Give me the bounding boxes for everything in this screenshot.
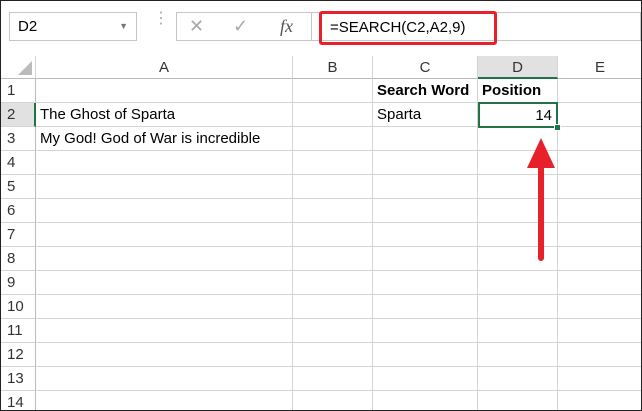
grid-cell[interactable] — [293, 103, 373, 127]
formula-highlight: =SEARCH(C2,A2,9) — [319, 11, 497, 45]
grid-cell[interactable] — [478, 367, 558, 391]
grid-cell[interactable] — [36, 271, 293, 295]
grid-cell[interactable] — [478, 343, 558, 367]
grid-cell[interactable] — [558, 79, 641, 103]
cancel-icon[interactable]: ✕ — [189, 16, 204, 37]
grid-cell[interactable] — [558, 319, 641, 343]
grid-cell[interactable] — [293, 151, 373, 175]
grid-cell[interactable] — [36, 295, 293, 319]
grid-cell[interactable] — [36, 247, 293, 271]
name-box[interactable]: D2 ▼ — [9, 12, 137, 41]
row-header-7[interactable]: 7 — [1, 223, 36, 247]
row-header-1[interactable]: 1 — [1, 79, 36, 103]
select-all-button[interactable] — [1, 56, 36, 79]
grid-cell[interactable] — [293, 223, 373, 247]
grid-cell[interactable] — [293, 319, 373, 343]
column-header-c[interactable]: C — [373, 56, 478, 79]
grid-cell[interactable] — [373, 151, 478, 175]
grid-cell[interactable] — [293, 391, 373, 410]
grid-cell[interactable] — [558, 175, 641, 199]
row-header-2[interactable]: 2 — [1, 103, 36, 127]
grid-cell[interactable] — [293, 79, 373, 103]
row-header-3[interactable]: 3 — [1, 127, 36, 151]
row-header-4[interactable]: 4 — [1, 151, 36, 175]
grid-cell[interactable] — [293, 175, 373, 199]
grid-cell[interactable] — [558, 391, 641, 410]
grid-cell[interactable] — [558, 103, 641, 127]
grid-cell[interactable] — [36, 175, 293, 199]
row-header-13[interactable]: 13 — [1, 367, 36, 391]
name-box-value: D2 — [18, 18, 38, 35]
formula-buttons: ✕ ✓ fx — [176, 12, 311, 41]
fill-handle[interactable] — [554, 124, 561, 131]
grid-cell[interactable] — [373, 295, 478, 319]
grid-cell[interactable] — [558, 295, 641, 319]
drag-handle-icon[interactable]: ⋮ — [153, 11, 169, 27]
grid-cell[interactable] — [293, 367, 373, 391]
grid-cell[interactable] — [373, 199, 478, 223]
formula-bar: D2 ▼ ⋮ ✕ ✓ fx =SEARCH(C2,A2,9) — [1, 1, 641, 57]
chevron-down-icon[interactable]: ▼ — [119, 13, 128, 40]
grid-cell[interactable] — [558, 151, 641, 175]
grid-cell[interactable] — [558, 223, 641, 247]
cell-c2[interactable]: Sparta — [373, 103, 478, 127]
cell-a2[interactable]: The Ghost of Sparta — [36, 103, 293, 127]
column-header-d[interactable]: D — [478, 56, 558, 79]
grid-cell[interactable] — [36, 343, 293, 367]
grid-cell[interactable] — [478, 391, 558, 410]
grid-cell[interactable] — [558, 127, 641, 151]
grid-cell[interactable] — [36, 199, 293, 223]
cell-d2-active[interactable]: 14 — [478, 102, 558, 128]
row-header-12[interactable]: 12 — [1, 343, 36, 367]
grid-cell[interactable] — [373, 367, 478, 391]
grid-cell[interactable] — [558, 247, 641, 271]
grid-cell[interactable] — [373, 223, 478, 247]
fx-icon[interactable]: fx — [280, 16, 293, 37]
grid-cell[interactable] — [293, 127, 373, 151]
grid-cell[interactable] — [293, 247, 373, 271]
grid-cell[interactable] — [373, 319, 478, 343]
grid-cell[interactable] — [373, 175, 478, 199]
cell-d1[interactable]: Position — [478, 79, 558, 103]
row-header-5[interactable]: 5 — [1, 175, 36, 199]
grid-cell[interactable] — [373, 247, 478, 271]
grid-cell[interactable] — [373, 391, 478, 410]
grid-cell[interactable] — [373, 343, 478, 367]
grid-cell[interactable] — [558, 367, 641, 391]
grid-cell[interactable] — [36, 319, 293, 343]
column-header-b[interactable]: B — [293, 56, 373, 79]
grid-cell[interactable] — [478, 319, 558, 343]
grid-cell[interactable] — [36, 79, 293, 103]
cell-a3[interactable]: My God! God of War is incredible — [36, 127, 293, 151]
grid-cell[interactable] — [373, 127, 478, 151]
row-header-9[interactable]: 9 — [1, 271, 36, 295]
grid-cell[interactable] — [36, 223, 293, 247]
cell-c1[interactable]: Search Word — [373, 79, 478, 103]
grid-cell[interactable] — [478, 271, 558, 295]
column-header-e[interactable]: E — [558, 56, 641, 79]
grid-cell[interactable] — [36, 151, 293, 175]
grid-cell[interactable] — [36, 391, 293, 410]
grid-cell[interactable] — [558, 343, 641, 367]
grid-cell[interactable] — [558, 271, 641, 295]
grid-cell[interactable] — [478, 295, 558, 319]
row-header-8[interactable]: 8 — [1, 247, 36, 271]
red-arrow-icon — [527, 138, 555, 261]
formula-text: =SEARCH(C2,A2,9) — [330, 19, 466, 36]
row-header-11[interactable]: 11 — [1, 319, 36, 343]
grid-cell[interactable] — [293, 295, 373, 319]
grid-cell[interactable] — [293, 271, 373, 295]
grid-cell[interactable] — [36, 367, 293, 391]
grid-cell[interactable] — [293, 343, 373, 367]
excel-window: D2 ▼ ⋮ ✕ ✓ fx =SEARCH(C2,A2,9) A B C D E … — [0, 0, 642, 411]
grid-cell[interactable] — [373, 271, 478, 295]
grid-cell[interactable] — [558, 199, 641, 223]
row-header-6[interactable]: 6 — [1, 199, 36, 223]
row-header-14[interactable]: 14 — [1, 391, 36, 410]
column-header-a[interactable]: A — [36, 56, 293, 79]
enter-icon[interactable]: ✓ — [233, 16, 248, 37]
row-header-10[interactable]: 10 — [1, 295, 36, 319]
grid-cell[interactable] — [293, 199, 373, 223]
